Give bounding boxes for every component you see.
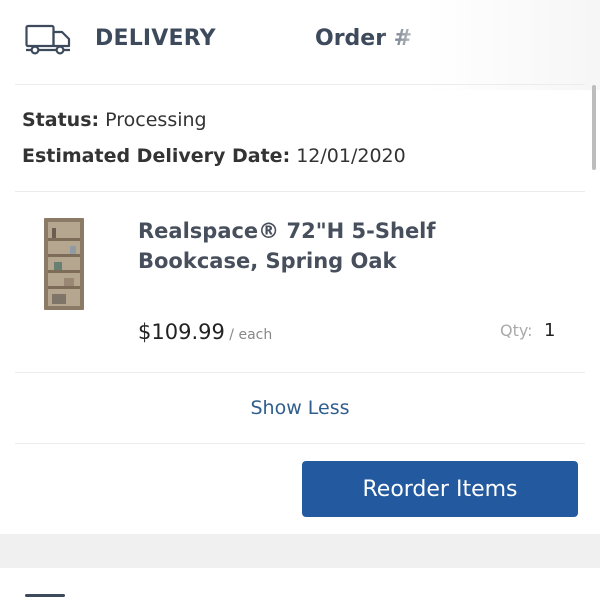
price: $109.99 / each xyxy=(138,320,272,344)
scrollbar[interactable] xyxy=(592,85,596,170)
truck-icon xyxy=(25,24,71,55)
product-title[interactable]: Realspace® 72"H 5-Shelf Bookcase, Spring… xyxy=(138,216,558,276)
order-number-obscured xyxy=(380,0,600,90)
estimated-delivery-value: 12/01/2020 xyxy=(290,145,406,167)
divider xyxy=(15,372,585,373)
status-value: Processing xyxy=(99,109,207,131)
estimated-delivery-label: Estimated Delivery Date: xyxy=(22,145,291,167)
next-card-icon xyxy=(25,594,65,597)
divider xyxy=(15,84,585,85)
quantity-label: Qty: xyxy=(500,321,533,340)
section-separator xyxy=(0,534,600,568)
bookcase-thumbnail[interactable] xyxy=(42,216,86,312)
price-value: $109.99 xyxy=(138,320,225,344)
divider xyxy=(15,191,585,192)
estimated-delivery-line: Estimated Delivery Date: 12/01/2020 xyxy=(22,145,406,167)
price-unit: / each xyxy=(224,327,273,343)
status-line: Status: Processing xyxy=(22,109,207,131)
status-label: Status: xyxy=(22,109,100,131)
show-less-link[interactable]: Show Less xyxy=(0,397,600,419)
quantity-value: 1 xyxy=(544,320,556,341)
reorder-items-button[interactable]: Reorder Items xyxy=(302,461,578,517)
delivery-header: DELIVERY Order # xyxy=(0,0,600,90)
divider xyxy=(15,443,585,444)
delivery-title: DELIVERY xyxy=(95,26,216,51)
next-card xyxy=(0,568,600,600)
